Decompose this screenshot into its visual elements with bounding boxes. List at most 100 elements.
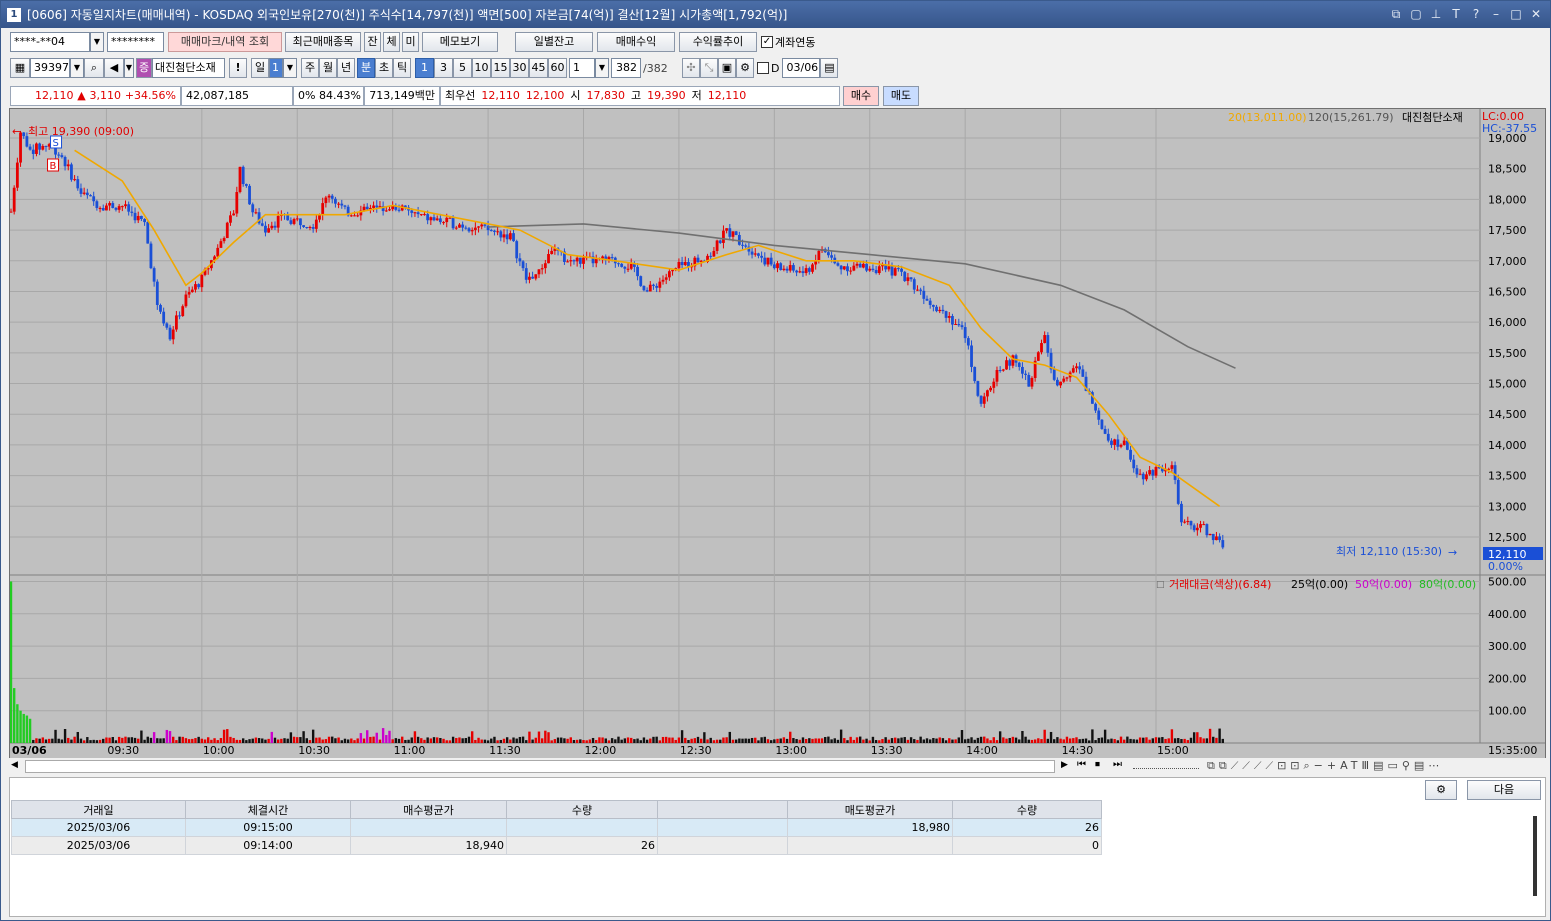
volume-bar <box>1199 737 1202 743</box>
candle-body <box>362 206 366 211</box>
period-count-field[interactable]: 1 <box>269 58 283 78</box>
speaker-dropdown-icon[interactable]: ▼ <box>124 58 134 78</box>
candle-body <box>776 263 779 269</box>
volume-bar <box>305 738 308 743</box>
alert-button[interactable]: ! <box>229 58 247 78</box>
candle-body <box>225 222 229 239</box>
candle-body <box>868 268 872 271</box>
volume-bar <box>773 739 776 743</box>
trade-mark-button[interactable]: 매매마크/내역 조회 <box>168 32 282 52</box>
profit-rate-button[interactable]: 수익률추이 <box>679 32 757 52</box>
volume-bar <box>232 737 235 743</box>
settings-gear-button[interactable]: ⚙ <box>1425 780 1457 800</box>
period-month-button[interactable]: 월 <box>319 58 337 78</box>
stock-code-field[interactable]: 393970 <box>30 58 70 78</box>
volume-bar <box>346 739 350 743</box>
interval-1-button[interactable]: 1 <box>415 58 434 78</box>
period-week-button[interactable]: 주 <box>301 58 319 78</box>
candle-body <box>178 315 181 317</box>
rewind-icon[interactable]: ⏮ <box>1077 759 1086 770</box>
fast-forward-icon[interactable]: ⏭ <box>1113 759 1122 770</box>
code-dropdown-icon[interactable]: ▼ <box>70 58 84 78</box>
password-field[interactable]: ******** <box>107 32 164 52</box>
interval-10-button[interactable]: 10 <box>472 58 491 78</box>
interval-custom-field[interactable]: 1 <box>569 58 595 78</box>
volume-bar <box>1097 737 1100 743</box>
trend-tool-icon[interactable]: ⤡ <box>700 58 718 78</box>
save-icon[interactable]: ▣ <box>718 58 736 78</box>
interval-dropdown-icon[interactable]: ▼ <box>595 58 609 78</box>
table-row[interactable]: 2025/03/06 09:14:00 18,940 26 0 <box>11 836 1102 855</box>
candle-body <box>299 218 302 226</box>
pin-icon[interactable]: ⊥ <box>1428 6 1444 22</box>
table-row[interactable]: 2025/03/06 09:15:00 18,980 26 <box>11 818 1102 837</box>
time-tick-label: 14:00 <box>966 744 998 757</box>
candle-body <box>966 338 970 346</box>
stop-icon[interactable]: ⏹ <box>1095 759 1100 770</box>
interval-5-button[interactable]: 5 <box>453 58 472 78</box>
balance-button[interactable]: 잔 <box>364 32 381 52</box>
link-icon[interactable]: ⧉ <box>1388 6 1404 22</box>
crosshair-icon[interactable]: ✣ <box>682 58 700 78</box>
candle-body <box>922 290 926 299</box>
zoom-slider[interactable] <box>1133 765 1199 769</box>
period-second-button[interactable]: 초 <box>375 58 393 78</box>
volume-bar <box>1170 729 1174 743</box>
interval-45-button[interactable]: 45 <box>529 58 548 78</box>
close-icon[interactable]: ✕ <box>1528 6 1544 22</box>
fills-button[interactable]: 체 <box>383 32 400 52</box>
help-icon[interactable]: ? <box>1468 6 1484 22</box>
horizontal-scrollbar[interactable] <box>25 760 1055 773</box>
chart-area[interactable]: 19,000 18,500 18,000 17,500 17,000 16,500 16,0… <box>9 108 1546 774</box>
gear-icon[interactable]: ⚙ <box>736 58 754 78</box>
stock-name-field[interactable]: 대진첨단소재 <box>152 58 225 78</box>
candle-body <box>79 188 83 194</box>
unfilled-button[interactable]: 미 <box>402 32 419 52</box>
daily-balance-button[interactable]: 일별잔고 <box>515 32 593 52</box>
font-icon[interactable]: T <box>1448 6 1464 22</box>
interval-30-button[interactable]: 30 <box>510 58 529 78</box>
period-minute-button[interactable]: 분 <box>357 58 375 78</box>
chart-tools-icons[interactable]: ⧉⧉⟋⟋⟋⟋⊡⊡⌕−+ATⅢ▤▭⚲▤⋯ <box>1207 759 1543 773</box>
period-tick-button[interactable]: 틱 <box>393 58 411 78</box>
volume-bar <box>944 740 948 743</box>
scroll-left-icon[interactable]: ◀ <box>11 760 23 773</box>
bar-count-field[interactable]: 382 <box>611 58 641 78</box>
scroll-right-icon[interactable]: ▶ <box>1061 760 1073 773</box>
stock-list-icon[interactable]: ▦ <box>10 58 30 78</box>
candle-body <box>108 203 111 206</box>
candle-body <box>1062 378 1066 382</box>
volume-bar <box>359 733 363 743</box>
volume-bar <box>331 736 334 743</box>
minimize-icon[interactable]: – <box>1488 6 1504 22</box>
account-dropdown-icon[interactable]: ▼ <box>90 32 104 52</box>
interval-60-button[interactable]: 60 <box>548 58 567 78</box>
calendar-icon[interactable]: ▤ <box>820 58 839 78</box>
period-dropdown-icon[interactable]: ▼ <box>283 58 297 78</box>
chart-svg[interactable]: 19,00018,50018,00017,50017,00016,50016,0… <box>10 109 1545 757</box>
date-field[interactable]: 03/06 <box>782 58 821 78</box>
buy-button[interactable]: 매수 <box>843 85 879 106</box>
trade-profit-button[interactable]: 매매수익 <box>597 32 675 52</box>
next-button[interactable]: 다음 <box>1467 780 1541 800</box>
volume-bar <box>308 740 312 743</box>
memo-button[interactable]: 메모보기 <box>422 32 498 52</box>
window-icon[interactable]: ▢ <box>1408 6 1424 22</box>
interval-15-button[interactable]: 15 <box>491 58 510 78</box>
candle-body <box>1122 440 1126 445</box>
speaker-icon[interactable]: ◀ <box>104 58 124 78</box>
date-checkbox[interactable] <box>757 62 769 74</box>
volume-bar <box>159 738 162 743</box>
account-link-checkbox[interactable]: ✓ <box>761 36 773 48</box>
vertical-scrollbar[interactable] <box>1533 816 1537 896</box>
volume-bar <box>715 739 719 743</box>
search-icon[interactable]: ⌕ <box>84 58 104 78</box>
volume-bar <box>960 730 964 743</box>
account-field[interactable]: ****-**04 <box>10 32 90 52</box>
maximize-icon[interactable]: □ <box>1508 6 1524 22</box>
period-day-button[interactable]: 일 <box>251 58 269 78</box>
interval-3-button[interactable]: 3 <box>434 58 453 78</box>
sell-button[interactable]: 매도 <box>883 85 919 106</box>
recent-trades-button[interactable]: 최근매매종목 <box>285 32 361 52</box>
period-year-button[interactable]: 년 <box>337 58 355 78</box>
